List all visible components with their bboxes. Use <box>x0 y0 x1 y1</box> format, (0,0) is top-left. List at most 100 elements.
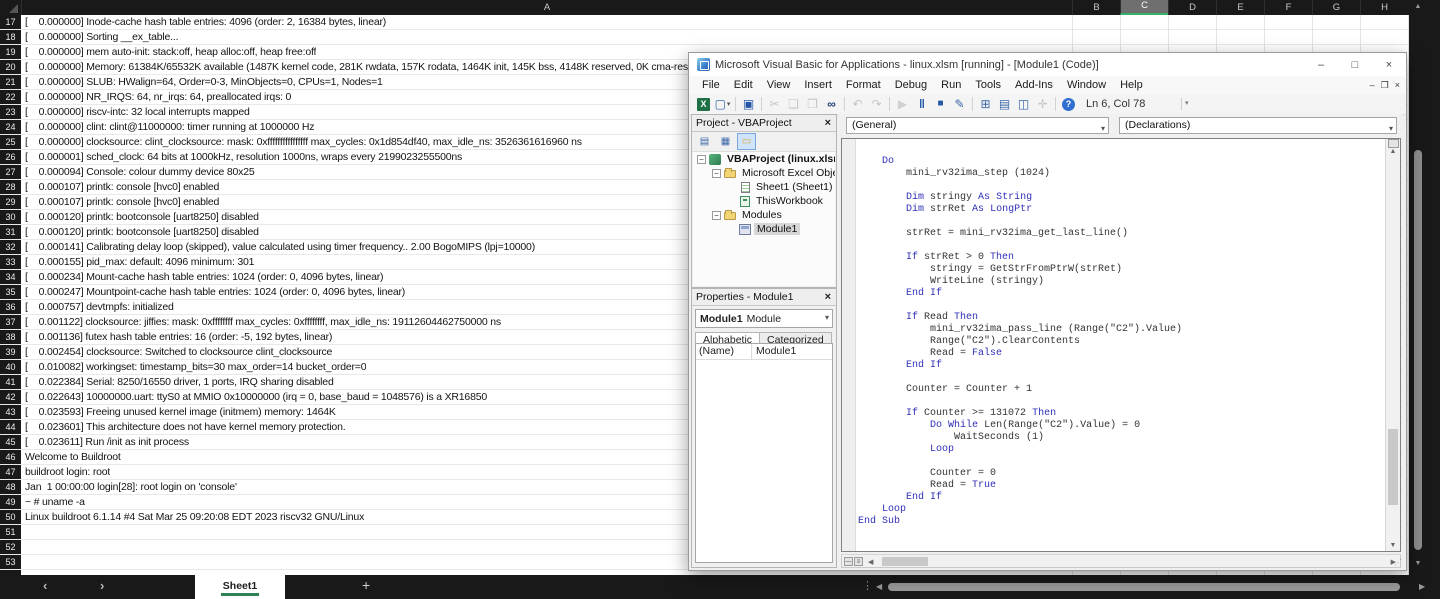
row-number[interactable]: 40 <box>0 360 21 374</box>
row-number[interactable]: 17 <box>0 15 21 29</box>
view-excel-button[interactable]: X <box>694 96 713 113</box>
row-number[interactable]: 46 <box>0 450 21 464</box>
menu-file[interactable]: File <box>695 79 727 91</box>
row-number[interactable]: 36 <box>0 300 21 314</box>
row-number[interactable]: 42 <box>0 390 21 404</box>
vertical-scroll-thumb[interactable] <box>1414 150 1422 550</box>
column-header-a[interactable]: A <box>21 0 1072 15</box>
grip-dots-icon[interactable]: ⋮ <box>862 579 873 592</box>
tree-expander-icon[interactable]: − <box>712 169 721 178</box>
toolbar-overflow-icon[interactable]: ▾ <box>1181 98 1189 110</box>
tree-item-sheet1-sheet1[interactable]: Sheet1 (Sheet1) <box>693 180 835 194</box>
menu-tools[interactable]: Tools <box>968 79 1008 91</box>
code-editor[interactable]: Do mini_rv32ima_step (1024) Dim stringy … <box>858 144 1385 551</box>
procedure-view-button[interactable]: — <box>844 557 853 566</box>
tree-item-thisworkbook[interactable]: ThisWorkbook <box>693 194 835 208</box>
properties-object-dropdown[interactable]: Module1 Module ▾ <box>695 309 833 328</box>
sheet-nav-prev-icon[interactable]: ‹ <box>43 578 47 593</box>
tree-item-vbaproject-linux-xlsm[interactable]: −VBAProject (linux.xlsm) <box>693 152 835 166</box>
properties-panel-header[interactable]: Properties - Module1 × <box>692 289 836 306</box>
sheet-vertical-scrollbar[interactable]: ▲ ▼ <box>1409 0 1427 575</box>
row-number[interactable]: 45 <box>0 435 21 449</box>
sheet-tab[interactable]: Sheet1 <box>195 575 285 599</box>
scroll-up-icon[interactable]: ▲ <box>1386 148 1400 155</box>
help-button[interactable]: ? <box>1059 96 1078 113</box>
code-margin[interactable] <box>842 139 856 551</box>
code-vscroll-thumb[interactable] <box>1388 429 1398 505</box>
vba-title-bar[interactable]: Microsoft Visual Basic for Applications … <box>689 53 1406 76</box>
row-number[interactable]: 32 <box>0 240 21 254</box>
full-module-view-button[interactable]: ≡ <box>854 557 863 566</box>
scroll-down-icon[interactable]: ▼ <box>1386 542 1400 549</box>
menu-window[interactable]: Window <box>1060 79 1113 91</box>
column-header-g[interactable]: G <box>1312 0 1360 15</box>
row-number[interactable]: 27 <box>0 165 21 179</box>
mdi-minimize-button[interactable]: – <box>1370 78 1375 92</box>
copy-button[interactable]: ❏ <box>784 96 803 113</box>
column-header-d[interactable]: D <box>1168 0 1216 15</box>
row-number[interactable]: 50 <box>0 510 21 524</box>
row-number[interactable]: 30 <box>0 210 21 224</box>
scroll-right-icon[interactable]: ▶ <box>1419 582 1425 591</box>
code-hscroll-thumb[interactable] <box>882 557 928 566</box>
property-row[interactable]: (Name) Module1 <box>696 344 832 360</box>
cut-button[interactable]: ✂ <box>765 96 784 113</box>
menu-edit[interactable]: Edit <box>727 79 760 91</box>
row-number[interactable]: 35 <box>0 285 21 299</box>
break-button[interactable]: ‖ <box>912 96 931 113</box>
redo-button[interactable]: ↷ <box>867 96 886 113</box>
mdi-restore-button[interactable]: ❐ <box>1381 78 1389 92</box>
select-all-corner[interactable] <box>0 0 21 15</box>
row-number[interactable]: 31 <box>0 225 21 239</box>
run-button[interactable]: ▶ <box>893 96 912 113</box>
project-explorer-button[interactable]: ⊞ <box>976 96 995 113</box>
insert-userform-button[interactable]: ▢▾ <box>713 96 732 113</box>
scroll-left-icon[interactable]: ◀ <box>876 582 882 591</box>
toggle-folders-button[interactable]: ▭ <box>737 133 756 150</box>
properties-close-icon[interactable]: × <box>822 291 834 303</box>
row-number[interactable]: 49 <box>0 495 21 509</box>
menu-run[interactable]: Run <box>934 79 968 91</box>
row-number[interactable]: 37 <box>0 315 21 329</box>
menu-format[interactable]: Format <box>839 79 888 91</box>
tree-item-module1[interactable]: Module1 <box>693 222 835 236</box>
row-number[interactable]: 41 <box>0 375 21 389</box>
project-close-icon[interactable]: × <box>822 117 834 129</box>
sheet-row[interactable]: 18[ 0.000000] Sorting __ex_table... <box>0 30 1410 45</box>
find-button[interactable]: ∞ <box>822 96 841 113</box>
row-number[interactable]: 39 <box>0 345 21 359</box>
code-vertical-scrollbar[interactable]: ▲ ▼ <box>1385 139 1400 551</box>
horizontal-scroll-thumb[interactable] <box>888 583 1400 591</box>
view-code-button[interactable]: ▤ <box>695 133 714 150</box>
menu-insert[interactable]: Insert <box>797 79 839 91</box>
tree-expander-icon[interactable]: − <box>712 211 721 220</box>
row-number[interactable]: 23 <box>0 105 21 119</box>
paste-button[interactable]: ❐ <box>803 96 822 113</box>
row-number[interactable]: 48 <box>0 480 21 494</box>
tree-expander-icon[interactable]: − <box>697 155 706 164</box>
row-number[interactable]: 24 <box>0 120 21 134</box>
scroll-left-icon[interactable]: ◀ <box>868 558 873 566</box>
column-header-e[interactable]: E <box>1216 0 1264 15</box>
row-number[interactable]: 47 <box>0 465 21 479</box>
row-number[interactable]: 34 <box>0 270 21 284</box>
row-number[interactable]: 19 <box>0 45 21 59</box>
tree-item-microsoft-excel-objects[interactable]: −Microsoft Excel Objects <box>693 166 835 180</box>
row-number[interactable]: 18 <box>0 30 21 44</box>
tree-item-modules[interactable]: −Modules <box>693 208 835 222</box>
row-number[interactable]: 43 <box>0 405 21 419</box>
maximize-button[interactable]: □ <box>1338 53 1372 76</box>
view-object-button[interactable]: ▦ <box>716 133 735 150</box>
menu-help[interactable]: Help <box>1113 79 1150 91</box>
project-panel-header[interactable]: Project - VBAProject × <box>692 115 836 132</box>
column-header-f[interactable]: F <box>1264 0 1312 15</box>
row-number[interactable]: 29 <box>0 195 21 209</box>
scroll-down-icon[interactable]: ▼ <box>1409 560 1427 567</box>
minimize-button[interactable]: – <box>1304 53 1338 76</box>
split-handle[interactable] <box>1388 139 1399 148</box>
procedure-dropdown[interactable]: (Declarations) ▾ <box>1119 117 1397 134</box>
resize-grip-icon[interactable]: ⋰ <box>1394 558 1402 567</box>
sheet-row[interactable]: 17[ 0.000000] Inode-cache hash table ent… <box>0 15 1410 30</box>
mdi-close-button[interactable]: × <box>1395 78 1400 92</box>
menu-addins[interactable]: Add-Ins <box>1008 79 1060 91</box>
